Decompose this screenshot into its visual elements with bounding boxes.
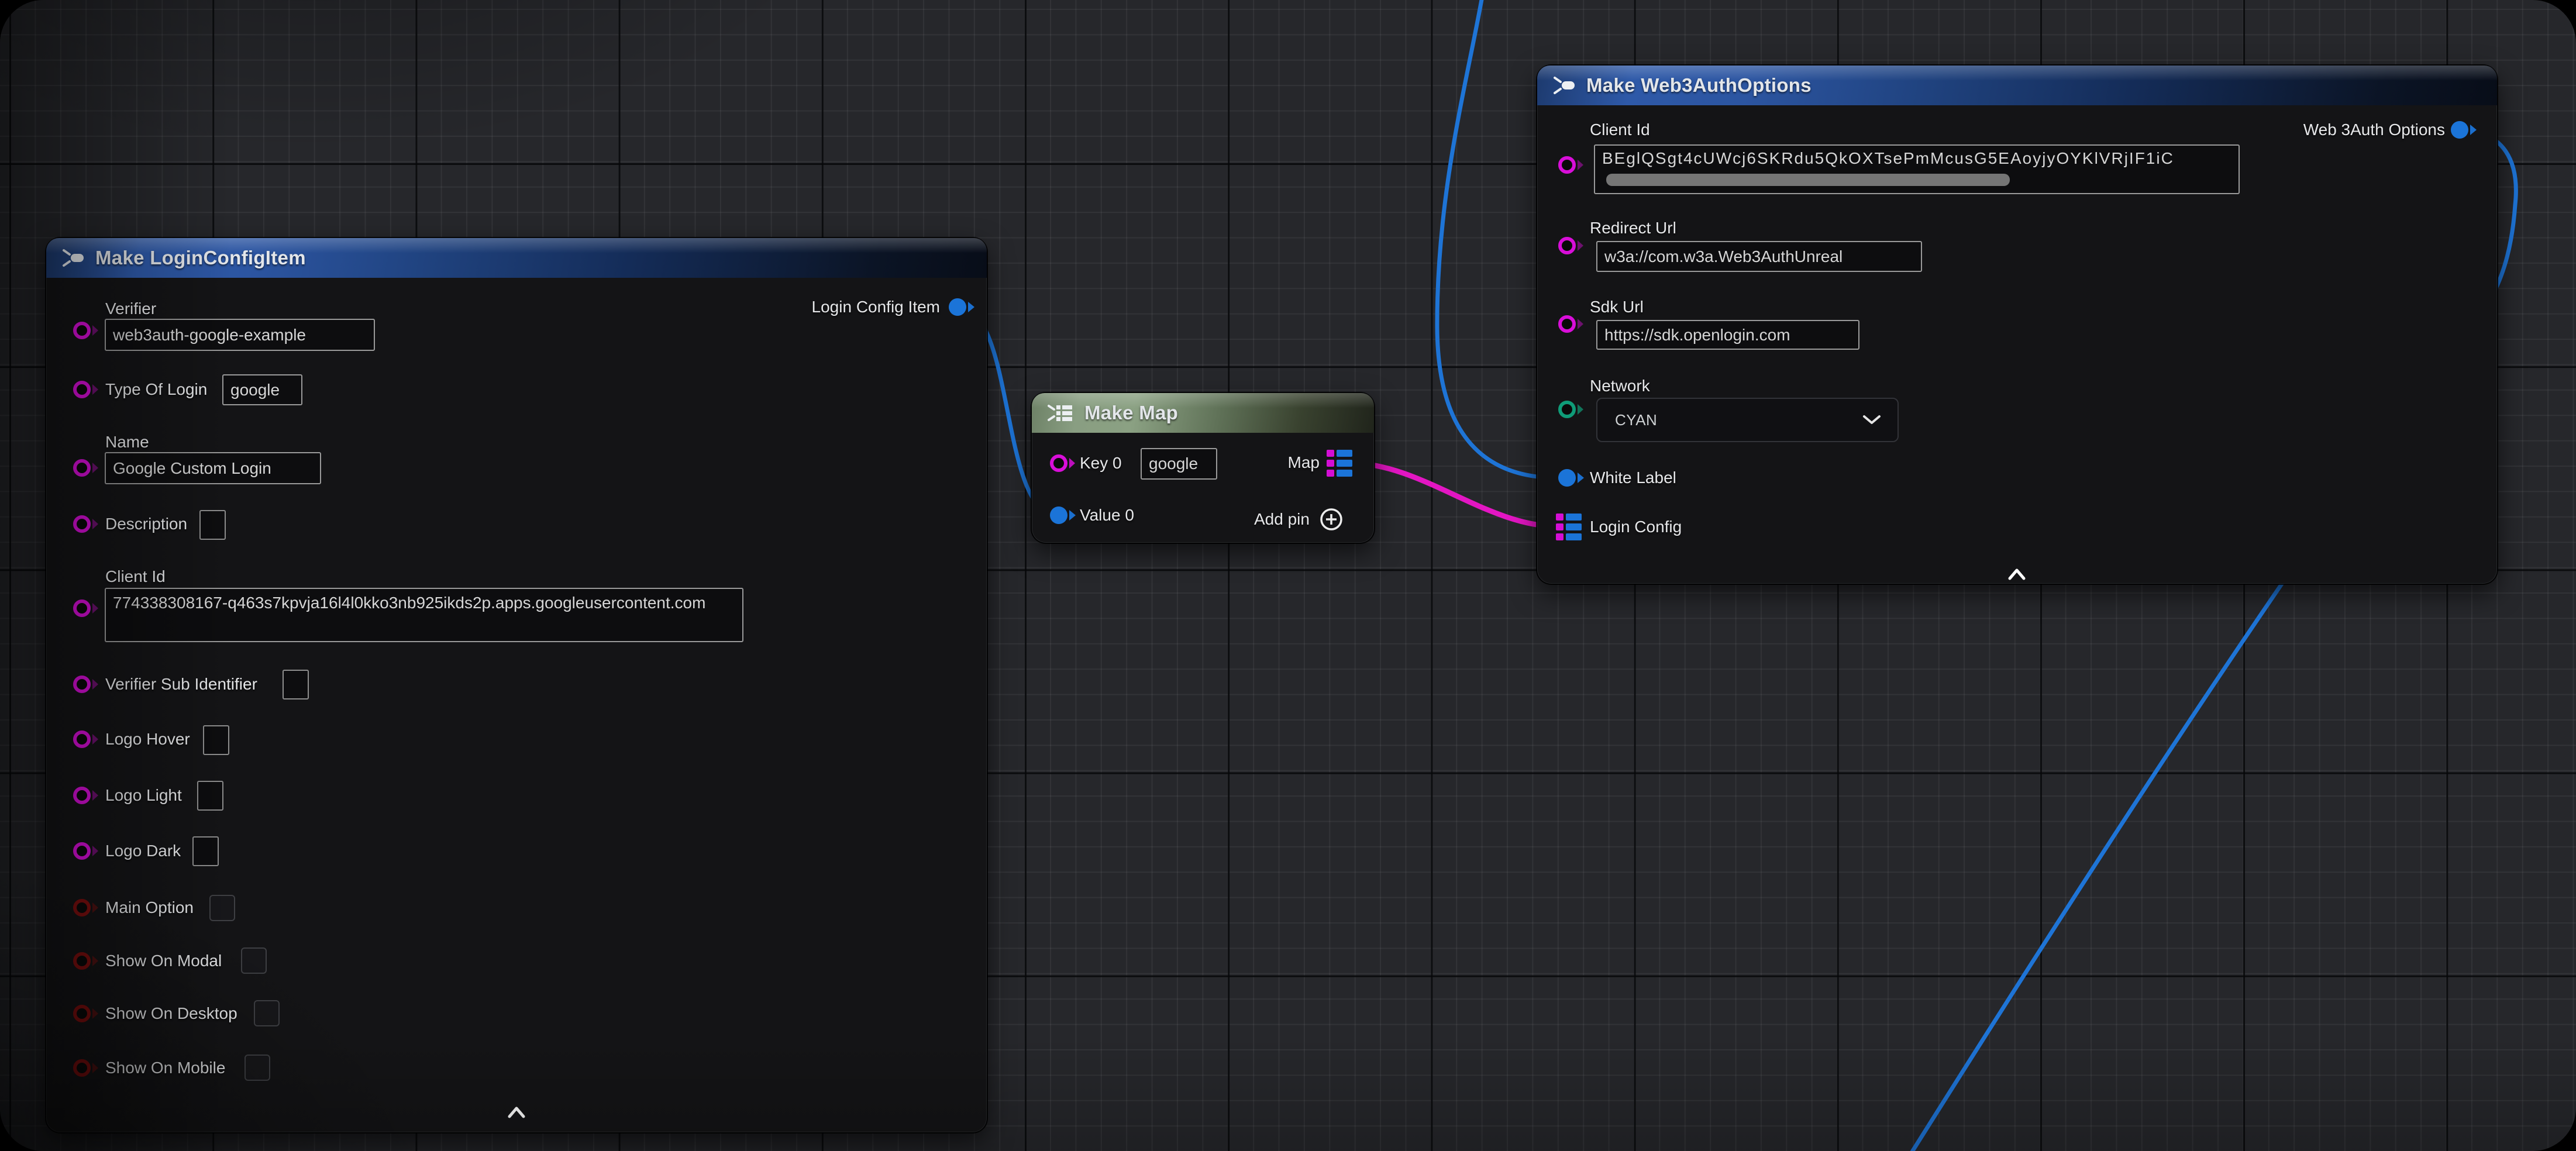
pin-logo-dark[interactable] <box>73 842 98 860</box>
node-make-map[interactable]: Make Map Key 0 google Map Value 0 Add pi… <box>1032 393 1374 543</box>
pin-web3auth-options-out[interactable] <box>2451 121 2477 139</box>
add-pin-button[interactable]: Add pin <box>1254 507 1344 532</box>
make-struct-icon <box>1552 75 1576 95</box>
node-make-loginconfigitem[interactable]: Make LoginConfigItem Login Config Item V… <box>46 238 987 1132</box>
pin-label-show-on-mobile: Show On Mobile <box>105 1059 225 1077</box>
pin-label-white-label: White Label <box>1590 468 1676 487</box>
network-dropdown[interactable]: CYAN <box>1596 398 1899 442</box>
pin-label-client-id: Client Id <box>105 567 166 586</box>
logo-light-input[interactable] <box>197 781 223 811</box>
redirect-url-input[interactable]: w3a://com.w3a.Web3AuthUnreal <box>1596 241 1922 272</box>
pin-white-label[interactable] <box>1558 469 1584 487</box>
name-input[interactable]: Google Custom Login <box>105 452 321 484</box>
pin-label-key0: Key 0 <box>1080 454 1122 473</box>
client-id-input[interactable]: 774338308167-q463s7kpvja16l4l0kko3nb925i… <box>105 588 743 642</box>
pin-label-show-on-desktop: Show On Desktop <box>105 1004 237 1023</box>
pin-verifier[interactable] <box>73 322 98 339</box>
pin-logo-light[interactable] <box>73 787 98 804</box>
node-header-make-loginconfigitem[interactable]: Make LoginConfigItem <box>46 238 987 278</box>
output-pin-label-map: Map <box>1288 453 1320 472</box>
pin-label-type-of-login: Type Of Login <box>105 380 207 399</box>
pin-client-id[interactable] <box>73 599 98 617</box>
make-struct-icon <box>61 248 85 268</box>
main-option-checkbox[interactable] <box>209 895 235 921</box>
chevron-down-icon <box>1862 415 1881 425</box>
node-make-web3authoptions[interactable]: Make Web3AuthOptions Web 3Auth Options C… <box>1537 66 2497 584</box>
client-id-scrollbar[interactable] <box>1606 174 2010 186</box>
pin-value0[interactable] <box>1050 506 1076 524</box>
make-map-icon <box>1047 403 1074 423</box>
pin-main-option[interactable] <box>73 899 98 916</box>
pin-show-on-desktop[interactable] <box>73 1005 98 1022</box>
logo-hover-input[interactable] <box>203 725 229 755</box>
pin-show-on-mobile[interactable] <box>73 1059 98 1077</box>
pin-login-config[interactable] <box>1556 514 1582 540</box>
pin-client-id[interactable] <box>1558 156 1583 174</box>
client-id-input[interactable]: BEglQSgt4cUWcj6SKRdu5QkOXTsePmMcusG5EAoy… <box>1594 144 2240 194</box>
pin-network[interactable] <box>1558 401 1583 418</box>
pin-verifier-sub-identifier[interactable] <box>73 676 98 693</box>
pin-label-name: Name <box>105 433 149 452</box>
wire-map-to-loginconfig[interactable] <box>1351 463 1557 526</box>
pin-label-redirect-url: Redirect Url <box>1590 219 1676 237</box>
pin-label-login-config: Login Config <box>1590 518 1682 536</box>
pin-description[interactable] <box>73 515 98 533</box>
pin-label-logo-dark: Logo Dark <box>105 842 181 860</box>
verifier-input[interactable]: web3auth-google-example <box>105 319 375 351</box>
logo-dark-input[interactable] <box>192 836 219 866</box>
node-title: Make LoginConfigItem <box>95 247 306 269</box>
pin-label-verifier-sub-identifier: Verifier Sub Identifier <box>105 675 257 694</box>
pin-label-value0: Value 0 <box>1080 506 1134 525</box>
add-pin-plus-icon <box>1319 507 1344 532</box>
blueprint-graph-canvas[interactable]: Make LoginConfigItem Login Config Item V… <box>0 0 2576 1151</box>
output-pin-label: Web 3Auth Options <box>2303 120 2445 139</box>
pin-type-of-login[interactable] <box>73 381 98 398</box>
node-header-make-web3authoptions[interactable]: Make Web3AuthOptions <box>1537 66 2497 105</box>
collapse-node-button[interactable] <box>507 1106 526 1119</box>
collapse-node-button[interactable] <box>2007 568 2027 581</box>
pin-label-main-option: Main Option <box>105 898 194 917</box>
pin-logo-hover[interactable] <box>73 730 98 748</box>
node-header-make-map[interactable]: Make Map <box>1032 393 1374 433</box>
network-selected-value: CYAN <box>1615 411 1657 429</box>
pin-key0[interactable] <box>1050 454 1075 472</box>
pin-map-out[interactable] <box>1327 450 1352 477</box>
pin-label-show-on-modal: Show On Modal <box>105 952 222 970</box>
output-pin-label: Login Config Item <box>812 298 940 316</box>
description-input[interactable] <box>199 510 226 540</box>
pin-label-client-id: Client Id <box>1590 120 1650 139</box>
node-title: Make Map <box>1084 402 1178 424</box>
key0-input[interactable]: google <box>1141 448 1217 480</box>
pin-label-network: Network <box>1590 377 1650 395</box>
show-on-mobile-checkbox[interactable] <box>244 1054 270 1081</box>
pin-sdk-url[interactable] <box>1558 315 1583 333</box>
sdk-url-input[interactable]: https://sdk.openlogin.com <box>1596 320 1859 350</box>
pin-label-logo-hover: Logo Hover <box>105 730 190 749</box>
pin-label-verifier: Verifier <box>105 299 156 318</box>
pin-redirect-url[interactable] <box>1558 237 1583 254</box>
pin-login-config-item-out[interactable] <box>949 298 974 316</box>
show-on-modal-checkbox[interactable] <box>241 947 267 974</box>
show-on-desktop-checkbox[interactable] <box>254 1000 280 1026</box>
pin-label-description: Description <box>105 515 187 533</box>
pin-name[interactable] <box>73 459 98 477</box>
type-of-login-input[interactable]: google <box>222 374 302 405</box>
node-title: Make Web3AuthOptions <box>1586 74 1812 97</box>
pin-label-sdk-url: Sdk Url <box>1590 298 1644 316</box>
pin-label-logo-light: Logo Light <box>105 786 182 805</box>
verifier-sub-identifier-input[interactable] <box>283 670 309 699</box>
pin-show-on-modal[interactable] <box>73 952 98 970</box>
